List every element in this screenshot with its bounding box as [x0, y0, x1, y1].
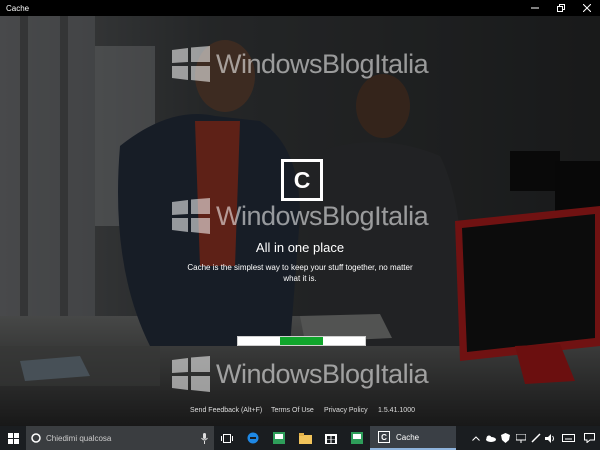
watermark: WindowsBlogItalia — [172, 46, 429, 82]
tray-defender[interactable] — [498, 426, 513, 450]
onboarding-description: Cache is the simplest way to keep your s… — [187, 263, 413, 283]
microphone-icon[interactable] — [201, 432, 208, 444]
window-title: Cache — [6, 3, 30, 13]
cloud-icon — [486, 435, 496, 442]
windows-logo-icon — [172, 356, 210, 392]
taskbar-app-edge[interactable] — [240, 426, 266, 450]
cache-app-icon: C — [378, 431, 390, 443]
tray-onedrive[interactable] — [483, 426, 498, 450]
taskbar: Chiedimi qualcosa C Cache — [0, 426, 600, 450]
app-content: WindowsBlogItalia WindowsBlogItalia Wind… — [0, 16, 600, 426]
restore-icon — [557, 4, 565, 12]
taskbar-app-label: Cache — [396, 432, 420, 442]
progress-active-segment — [280, 337, 323, 345]
title-bar: Cache — [0, 0, 600, 16]
start-button[interactable] — [0, 426, 26, 450]
shield-icon — [501, 433, 510, 443]
minimize-icon — [531, 7, 539, 9]
watermark-text: WindowsBlogItalia — [216, 358, 429, 389]
folder-icon — [298, 432, 312, 444]
watermark-text: WindowsBlogItalia — [216, 200, 429, 231]
edge-icon — [247, 432, 259, 444]
onboarding-progress — [237, 336, 366, 346]
app-icon — [273, 432, 285, 444]
tray-network[interactable] — [513, 426, 528, 450]
send-feedback-link[interactable]: Send Feedback (Alt+F) — [190, 407, 262, 414]
watermark: WindowsBlogItalia — [172, 356, 429, 392]
volume-icon — [545, 433, 554, 443]
taskbar-app-cache[interactable]: C Cache — [370, 426, 456, 450]
keyboard-icon — [561, 434, 575, 442]
watermark: WindowsBlogItalia — [172, 198, 429, 234]
cortana-search-box[interactable]: Chiedimi qualcosa — [26, 426, 214, 450]
taskbar-app-file-explorer[interactable] — [292, 426, 318, 450]
minimize-button[interactable] — [522, 0, 548, 16]
action-center-button[interactable] — [578, 426, 600, 450]
cortana-icon — [31, 433, 41, 443]
tray-pen[interactable] — [528, 426, 543, 450]
app-icon — [351, 432, 363, 444]
onboarding-headline: All in one place — [255, 240, 345, 255]
search-placeholder: Chiedimi qualcosa — [46, 433, 112, 443]
restore-button[interactable] — [548, 0, 574, 16]
network-icon — [515, 433, 526, 443]
app-logo: C — [281, 159, 323, 201]
show-hidden-icons-button[interactable] — [468, 426, 483, 450]
windows-start-icon — [7, 432, 19, 444]
windows-logo-icon — [172, 46, 210, 82]
tray-keyboard[interactable] — [558, 426, 578, 450]
close-button[interactable] — [574, 0, 600, 16]
store-icon — [325, 434, 337, 444]
windows-logo-icon — [172, 198, 210, 234]
app-logo-letter: C — [293, 166, 311, 193]
tray-volume[interactable] — [543, 426, 558, 450]
terms-of-use-link[interactable]: Terms Of Use — [271, 407, 314, 414]
task-view-icon — [221, 433, 233, 443]
version-label: 1.5.41.1000 — [378, 407, 415, 414]
system-tray — [468, 426, 600, 450]
privacy-policy-link[interactable]: Privacy Policy — [324, 407, 368, 414]
notification-icon — [583, 433, 595, 443]
watermark-text: WindowsBlogItalia — [216, 48, 429, 79]
pen-icon — [530, 433, 541, 443]
chevron-up-icon — [471, 435, 480, 441]
taskbar-app-green-2[interactable] — [344, 426, 370, 450]
taskbar-app-store[interactable] — [318, 426, 344, 450]
taskbar-app-green[interactable] — [266, 426, 292, 450]
task-view-button[interactable] — [214, 426, 240, 450]
close-icon — [583, 4, 591, 12]
